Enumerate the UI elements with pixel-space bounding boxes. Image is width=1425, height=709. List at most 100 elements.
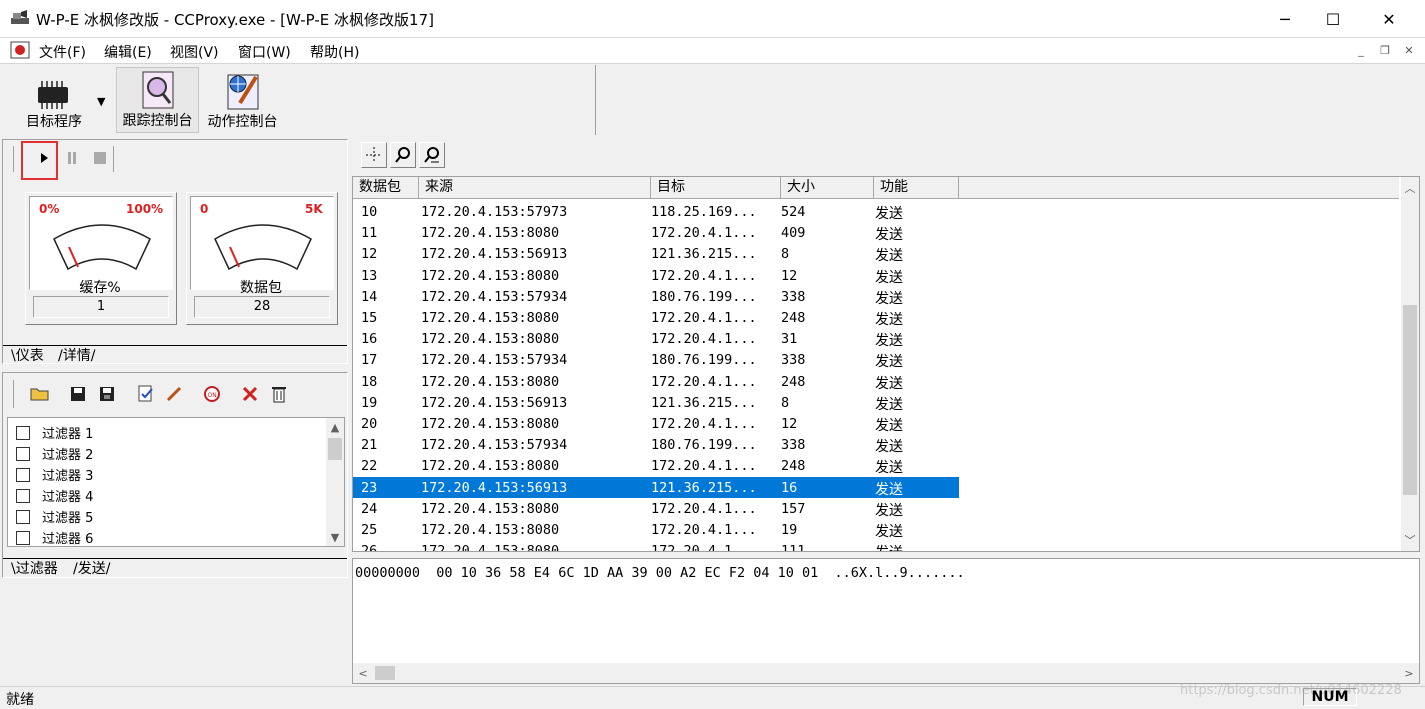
edit-filter-button[interactable] [135, 382, 157, 406]
scroll-left-icon[interactable]: < [355, 665, 371, 681]
crosshair-button[interactable] [361, 142, 387, 168]
document-icon[interactable] [10, 41, 30, 59]
title-bar[interactable]: W-P-E 冰枫修改版 - CCProxy.exe - [W-P-E 冰枫修改版… [0, 0, 1425, 38]
packet-rows: 10 172.20.4.153:57973 118.25.169... 524 发送 11… [353, 201, 1401, 551]
tab-details[interactable]: /详情/ [58, 345, 95, 365]
cell-size: 248 [781, 373, 806, 390]
find-button[interactable] [390, 142, 416, 168]
floppy-multi-icon [100, 387, 114, 401]
table-row[interactable]: 20 172.20.4.153:8080 172.20.4.1... 12 发送 [353, 413, 959, 434]
cell-size: 16 [781, 479, 798, 496]
scroll-up-icon[interactable]: ▲ [326, 418, 344, 436]
cell-function: 发送 [875, 524, 903, 540]
filter-item-3[interactable]: 过滤器 3 [8, 464, 320, 485]
scroll-thumb[interactable] [1403, 305, 1417, 495]
scroll-thumb[interactable] [375, 666, 395, 680]
find-next-button[interactable] [419, 142, 445, 168]
table-row[interactable]: 15 172.20.4.153:8080 172.20.4.1... 248 发送 [353, 307, 959, 328]
action-console-button[interactable]: 动作控制台 [201, 67, 284, 133]
hex-dump-pane[interactable]: 00000000 00 10 36 58 E4 6C 1D AA 39 00 A… [352, 558, 1420, 684]
menu-view[interactable]: 视图(V) [170, 42, 219, 62]
table-row[interactable]: 16 172.20.4.153:8080 172.20.4.1... 31 发送 [353, 328, 959, 349]
table-row[interactable]: 17 172.20.4.153:57934 180.76.199... 338 发送 [353, 349, 959, 370]
trash-button[interactable] [268, 382, 290, 406]
mdi-minimize-button[interactable]: _ [1353, 44, 1369, 58]
filter-item-6[interactable]: 过滤器 6 [8, 527, 320, 548]
mdi-close-button[interactable]: ✕ [1401, 44, 1417, 58]
table-row[interactable]: 12 172.20.4.153:56913 121.36.215... 8 发送 [353, 243, 959, 264]
table-row[interactable]: 25 172.20.4.153:8080 172.20.4.1... 19 发送 [353, 519, 959, 540]
tab-filters[interactable]: \过滤器 [11, 558, 58, 578]
table-row[interactable]: 26 172.20.4.153:8080 172.20.4.1... 111 发送 [353, 540, 959, 551]
red-x-icon [242, 386, 258, 402]
table-row[interactable]: 14 172.20.4.153:57934 180.76.199... 338 发送 [353, 286, 959, 307]
gauge-panel: 0% 100% 缓存% 1 0 5K 数据包 28 \仪表 /详情/ [2, 139, 348, 364]
column-header-size[interactable]: 大小 [781, 177, 874, 199]
column-header-dest[interactable]: 目标 [651, 177, 781, 199]
toggle-on-button[interactable]: ON [201, 382, 223, 406]
table-row[interactable]: 24 172.20.4.153:8080 172.20.4.1... 157 发送 [353, 498, 959, 519]
target-program-label: 目标程序 [26, 114, 82, 130]
scroll-down-icon[interactable]: ﹀ [1401, 531, 1419, 549]
minimize-button[interactable]: ─ [1262, 0, 1308, 38]
tab-send[interactable]: /发送/ [73, 558, 110, 578]
target-pencil-icon [227, 74, 258, 110]
open-folder-button[interactable] [29, 382, 51, 406]
cell-source: 172.20.4.153:56913 [421, 246, 568, 263]
cell-source: 172.20.4.153:57934 [421, 437, 568, 454]
cell-function: 发送 [875, 206, 903, 222]
scroll-thumb[interactable] [328, 438, 342, 460]
pencil-button[interactable] [163, 382, 185, 406]
cell-size: 19 [781, 522, 798, 538]
filter-checkbox[interactable] [16, 467, 30, 482]
table-row-selected[interactable]: 23 172.20.4.153:56913 121.36.215... 16 发送 [353, 476, 959, 498]
packet-scrollbar[interactable]: ︿ ﹀ [1401, 177, 1419, 551]
filter-checkbox[interactable] [16, 530, 30, 545]
filter-scrollbar[interactable]: ▲ ▼ [326, 418, 344, 546]
table-row[interactable]: 19 172.20.4.153:56913 121.36.215... 8 发送 [353, 392, 959, 413]
filter-item-5[interactable]: 过滤器 5 [8, 506, 320, 527]
menu-help[interactable]: 帮助(H) [310, 42, 359, 62]
cell-source: 172.20.4.153:8080 [421, 458, 560, 475]
filter-checkbox[interactable] [16, 446, 30, 461]
hex-hscrollbar[interactable]: < > [353, 663, 1419, 683]
filter-checkbox[interactable] [16, 488, 30, 503]
menu-edit[interactable]: 编辑(E) [104, 42, 152, 62]
save-all-button[interactable] [96, 382, 118, 406]
cell-packet: 26 [361, 543, 377, 551]
pause-button[interactable] [61, 146, 83, 170]
maximize-button[interactable]: ☐ [1310, 0, 1356, 38]
filter-checkbox[interactable] [16, 509, 30, 524]
filter-item-4[interactable]: 过滤器 4 [8, 485, 320, 506]
delete-button[interactable] [239, 382, 261, 406]
table-row[interactable]: 11 172.20.4.153:8080 172.20.4.1... 409 发送 [353, 222, 959, 243]
stop-button[interactable] [89, 146, 111, 170]
close-button[interactable]: ✕ [1366, 0, 1412, 38]
table-row[interactable]: 10 172.20.4.153:57973 118.25.169... 524 发送 [353, 201, 959, 222]
filter-item-1[interactable]: 过滤器 1 [8, 422, 320, 443]
window-title: W-P-E 冰枫修改版 - CCProxy.exe - [W-P-E 冰枫修改版… [36, 11, 434, 29]
status-text: 就绪 [6, 692, 34, 708]
dropdown-arrow-icon[interactable]: ▼ [97, 95, 105, 108]
target-program-button[interactable]: 目标程序 [10, 67, 98, 133]
menu-window[interactable]: 窗口(W) [238, 42, 291, 62]
cell-packet: 15 [361, 310, 378, 326]
filter-item-2[interactable]: 过滤器 2 [8, 443, 320, 464]
table-row[interactable]: 22 172.20.4.153:8080 172.20.4.1... 248 发送 [353, 455, 959, 476]
table-row[interactable]: 21 172.20.4.153:57934 180.76.199... 338 发送 [353, 434, 959, 455]
table-row[interactable]: 13 172.20.4.153:8080 172.20.4.1... 12 发送 [353, 265, 959, 286]
menu-file[interactable]: 文件(F) [39, 42, 86, 62]
mdi-restore-button[interactable]: ❐ [1377, 44, 1393, 58]
tab-gauges[interactable]: \仪表 [11, 345, 44, 365]
scroll-down-icon[interactable]: ▼ [326, 528, 344, 546]
document-check-icon [138, 385, 153, 402]
column-header-packet[interactable]: 数据包 [353, 177, 419, 199]
scroll-up-icon[interactable]: ︿ [1401, 179, 1419, 197]
scroll-right-icon[interactable]: > [1401, 665, 1417, 681]
column-header-source[interactable]: 来源 [419, 177, 651, 199]
save-button[interactable] [67, 382, 89, 406]
table-row[interactable]: 18 172.20.4.153:8080 172.20.4.1... 248 发送 [353, 371, 959, 392]
column-header-function[interactable]: 功能 [874, 177, 959, 199]
trace-console-button[interactable]: 跟踪控制台 [116, 67, 199, 133]
filter-checkbox[interactable] [16, 425, 30, 440]
